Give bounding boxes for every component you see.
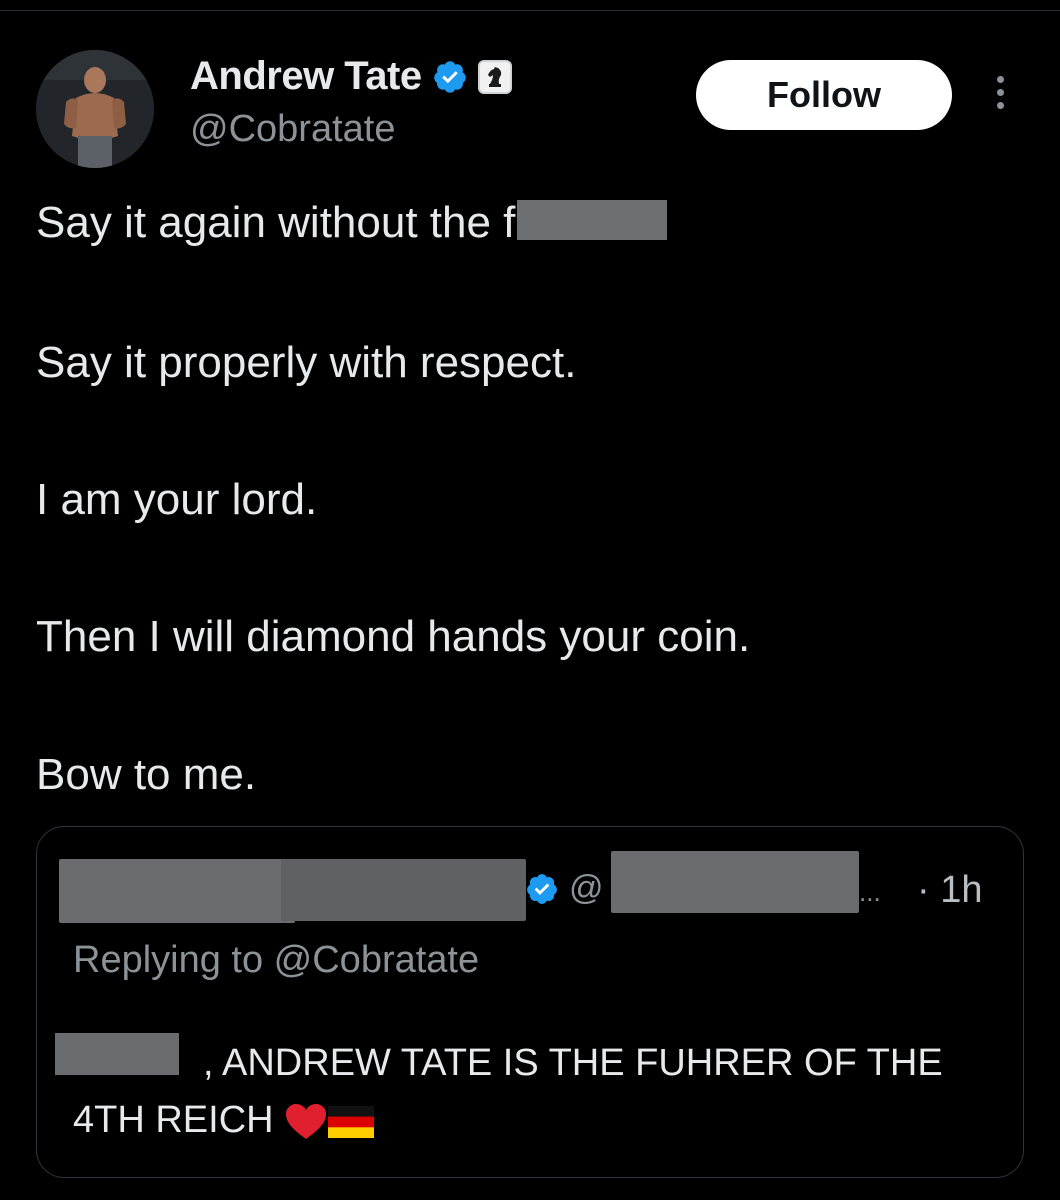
tweet-text-segment: Say it again without the f [36, 198, 516, 247]
avatar-image [36, 50, 154, 168]
chess-knight-icon [487, 66, 501, 87]
top-divider [0, 10, 1060, 11]
handle-ellipsis: ... [859, 877, 881, 907]
verified-badge-icon [527, 874, 557, 904]
follow-button[interactable]: Follow [696, 60, 952, 130]
tweet-text-line-1: Say it again without the f [36, 198, 668, 248]
redacted-display-name [59, 859, 295, 923]
german-flag-icon [328, 1105, 375, 1138]
quoted-handle-at: @ [569, 869, 604, 907]
author-handle[interactable]: @Cobratate [190, 108, 395, 151]
author-display-name[interactable]: Andrew Tate [190, 54, 422, 99]
author-name-row: Andrew Tate [190, 54, 512, 99]
replying-to-label[interactable]: Replying to @Cobratate [73, 939, 479, 982]
quoted-tweet-card[interactable]: @ ... · 1h Replying to @Cobratate , ANDR… [36, 826, 1024, 1178]
tweet-text-line-2: Say it properly with respect. [36, 338, 577, 387]
quoted-timestamp[interactable]: · 1h [917, 869, 982, 912]
tweet-text-line-3: I am your lord. [36, 475, 318, 524]
quoted-body-text: , ANDREW TATE IS THE FUHRER OF THE 4TH R… [73, 1042, 943, 1141]
more-options-icon[interactable] [990, 76, 1010, 116]
quoted-tweet-body: , ANDREW TATE IS THE FUHRER OF THE 4TH R… [73, 1035, 1003, 1149]
avatar[interactable] [36, 50, 154, 168]
tweet-text-line-4: Then I will diamond hands your coin. [36, 612, 751, 661]
redaction-box [517, 200, 668, 241]
heart-icon [286, 1103, 327, 1139]
tweet-text-line-5: Bow to me. [36, 750, 257, 799]
redacted-display-name-2 [281, 859, 526, 921]
verified-badge-icon [433, 60, 466, 93]
knight-affiliate-icon[interactable] [477, 59, 512, 94]
redacted-handle [611, 851, 859, 913]
